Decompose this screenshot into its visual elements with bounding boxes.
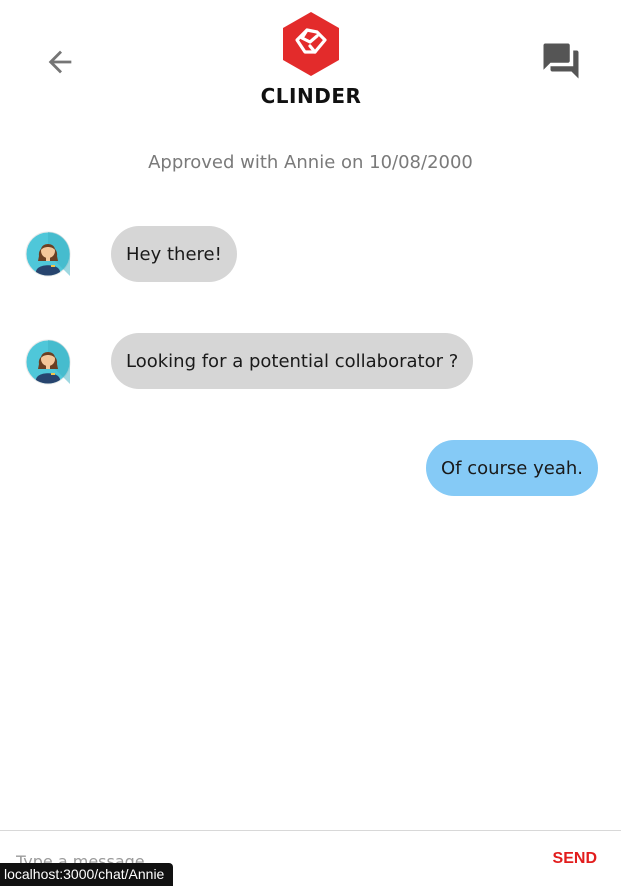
message-bubble: Hey there! [111,226,237,282]
status-bar-url: localhost:3000/chat/Annie [0,863,174,886]
forum-icon [543,43,579,79]
chats-button[interactable] [538,38,584,84]
back-button[interactable] [38,40,82,84]
avatar-icon [25,231,71,277]
logo: CLINDER [250,10,372,110]
send-button[interactable]: SEND [553,850,597,868]
message-text: Of course yeah. [440,457,583,479]
avatar-icon [25,339,71,385]
message-bubble: Looking for a potential collaborator ? [111,333,474,389]
match-status-text: Approved with Annie on 10/08/2000 [148,152,473,173]
annie-avatar[interactable] [25,339,71,385]
message-bubble-sent: Of course yeah. [425,440,598,496]
message-text: Looking for a potential collaborator ? [126,350,459,372]
logo-text: CLINDER [260,84,362,108]
arrow-left-icon [48,50,72,74]
annie-avatar[interactable] [25,231,71,277]
message-text: Hey there! [126,243,222,265]
handshake-logo-icon [283,12,339,76]
chat-screen: CLINDER Approved with Annie on 10/08/200… [0,0,621,886]
